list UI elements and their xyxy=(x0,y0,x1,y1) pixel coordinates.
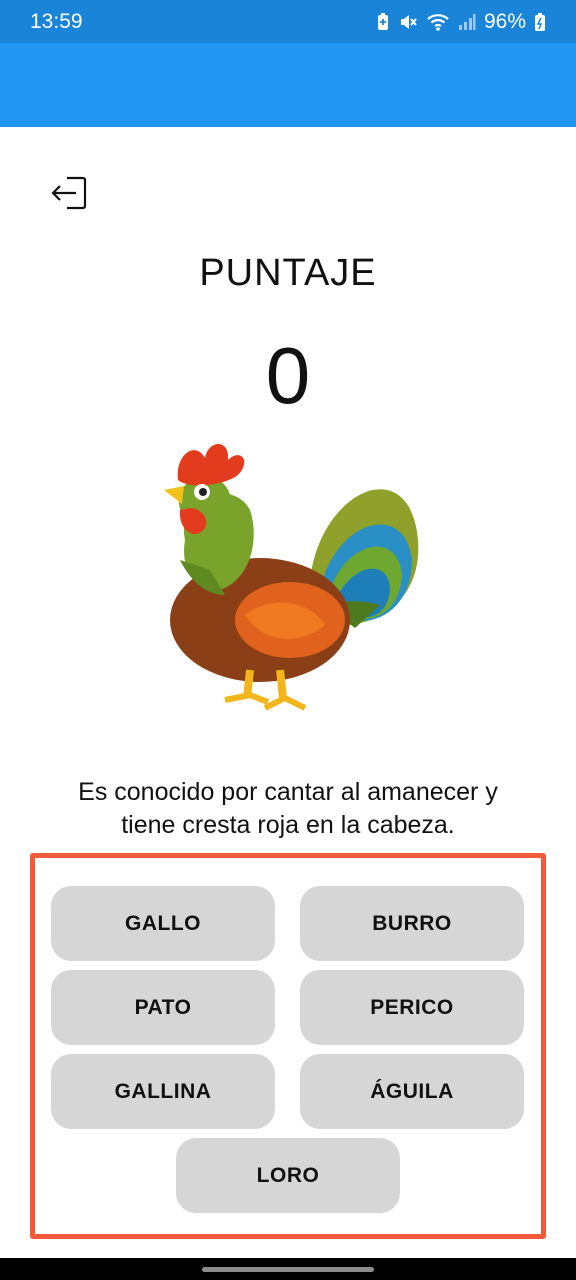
exit-button[interactable] xyxy=(46,174,92,216)
battery-percent: 96% xyxy=(483,9,526,33)
clue-line-1: Es conocido por cantar al amanecer y xyxy=(78,778,498,806)
battery-saver-icon xyxy=(376,12,390,32)
option-button-pato[interactable]: PATO xyxy=(51,970,275,1045)
exit-icon xyxy=(49,174,89,217)
score-value: 0 xyxy=(265,331,311,420)
options-panel: GALLO BURRO PATO PERICO GALLINA ÁGUILA L… xyxy=(30,853,546,1239)
app-bar xyxy=(0,43,576,127)
option-button-gallina[interactable]: GALLINA xyxy=(51,1054,275,1129)
option-button-perico[interactable]: PERICO xyxy=(300,970,524,1045)
status-icons: 96% xyxy=(376,10,546,34)
home-indicator[interactable] xyxy=(202,1267,374,1272)
option-button-loro[interactable]: LORO xyxy=(176,1138,400,1213)
status-bar: 13:59 96% xyxy=(0,0,576,43)
wifi-icon xyxy=(426,12,450,32)
battery-charging-icon xyxy=(534,12,546,32)
score-title: PUNTAJE xyxy=(199,252,377,294)
rooster-illustration xyxy=(150,430,440,730)
signal-icon xyxy=(458,13,476,31)
option-button-gallo[interactable]: GALLO xyxy=(51,886,275,961)
mute-icon xyxy=(398,12,418,32)
clue-text: Es conocido por cantar al amanecer y tie… xyxy=(40,776,536,842)
status-time: 13:59 xyxy=(30,9,83,33)
option-button-aguila[interactable]: ÁGUILA xyxy=(300,1054,524,1129)
option-button-burro[interactable]: BURRO xyxy=(300,886,524,961)
clue-line-2: tiene cresta roja en la cabeza. xyxy=(121,811,455,839)
